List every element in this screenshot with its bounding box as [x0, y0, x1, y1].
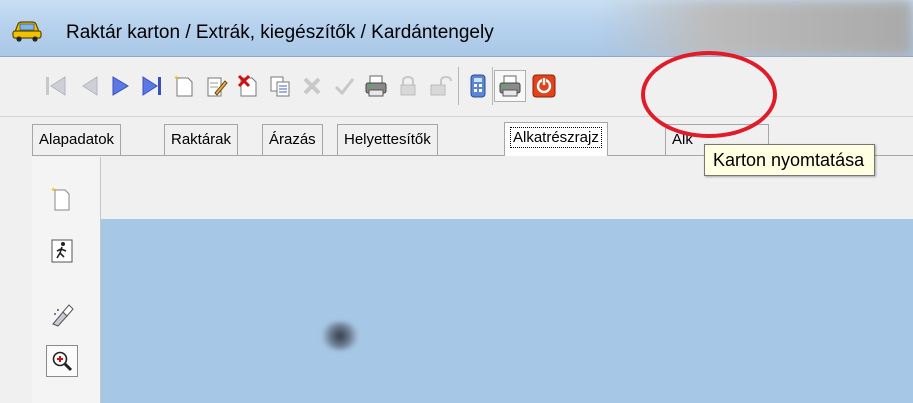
tab-raktarak[interactable]: Raktárak	[164, 124, 239, 155]
main-toolbar	[0, 57, 913, 117]
title-bar: Raktár karton / Extrák, kiegészítők / Ka…	[0, 0, 913, 57]
print-card-button[interactable]	[494, 70, 526, 102]
check-icon[interactable]	[328, 70, 360, 102]
power-icon[interactable]	[528, 70, 560, 102]
tab-arazas[interactable]: Árazás	[262, 124, 323, 155]
zoom-in-icon[interactable]	[46, 345, 78, 377]
delete-icon[interactable]	[232, 70, 264, 102]
walking-figure-icon[interactable]	[46, 235, 78, 267]
tab-helyettesitok[interactable]: Helyettesítők	[337, 124, 438, 155]
tab-alkatreszrajz-label: Alkatrészrajz	[510, 127, 602, 148]
lock-icon[interactable]	[392, 70, 424, 102]
first-icon[interactable]	[40, 70, 72, 102]
title-bar-blur	[600, 0, 913, 56]
tab-alapadatok[interactable]: Alapadatok	[32, 124, 122, 155]
new-document-icon[interactable]	[46, 183, 78, 215]
tooltip-print-card: Karton nyomtatása	[704, 144, 876, 176]
printer-icon[interactable]	[360, 70, 392, 102]
calculator-icon[interactable]	[462, 70, 494, 102]
app-car-icon[interactable]	[12, 18, 42, 42]
tab-alkatreszrajz[interactable]: Alkatrészrajz	[504, 122, 608, 156]
last-icon[interactable]	[136, 70, 168, 102]
unlock-icon[interactable]	[424, 70, 456, 102]
left-margin	[0, 157, 32, 403]
edit-icon[interactable]	[200, 70, 232, 102]
toolbar-separator	[458, 67, 459, 105]
drawing-fragment	[320, 322, 360, 350]
drawing-canvas[interactable]	[101, 219, 913, 403]
cancel-icon[interactable]	[296, 70, 328, 102]
next-icon[interactable]	[104, 70, 136, 102]
copy-icon[interactable]	[264, 70, 296, 102]
toolbar-separator	[492, 67, 493, 105]
eraser-icon[interactable]	[46, 299, 78, 331]
prev-icon[interactable]	[74, 70, 106, 102]
new-document-icon[interactable]	[168, 70, 200, 102]
drawing-toolbar	[32, 157, 101, 403]
window-title: Raktár karton / Extrák, kiegészítők / Ka…	[66, 22, 494, 43]
